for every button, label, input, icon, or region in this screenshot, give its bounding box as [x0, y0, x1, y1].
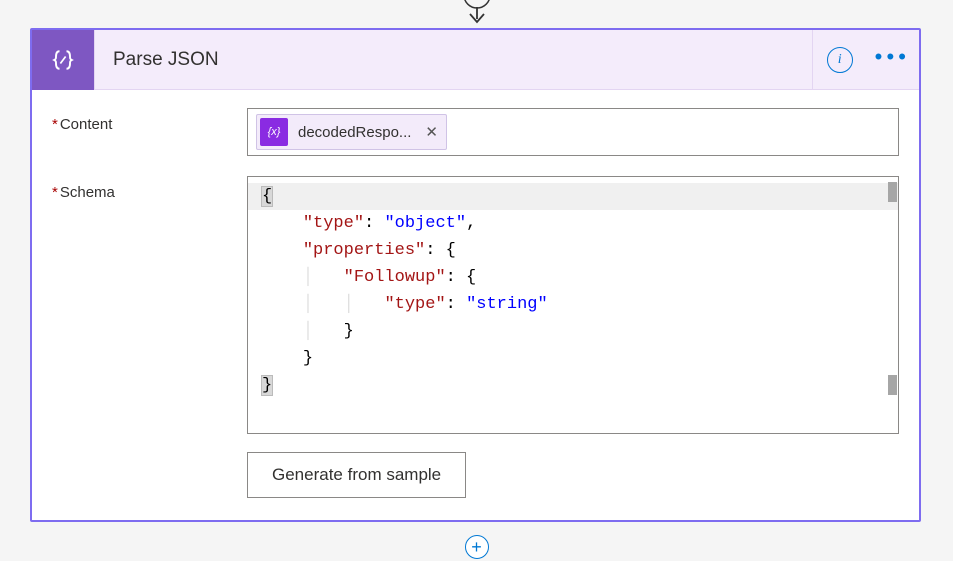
schema-field-row: *Schema { "type": "object", "properties"… [52, 176, 899, 498]
more-options-icon[interactable]: • • • [875, 44, 905, 76]
expression-token[interactable]: {x} decodedRespo... ✕ [256, 114, 447, 150]
content-label: *Content [52, 108, 247, 156]
scrollbar-thumb[interactable] [888, 375, 897, 395]
flow-arrow-incoming [460, 0, 494, 25]
parse-json-action-card: Parse JSON i • • • *Content {x} decodedR… [30, 28, 921, 522]
required-marker: * [52, 184, 58, 201]
plus-icon: + [465, 535, 489, 559]
token-remove-icon[interactable]: ✕ [425, 123, 438, 141]
card-header: Parse JSON i • • • [32, 30, 919, 90]
generate-row: Generate from sample [247, 452, 899, 498]
content-field-row: *Content {x} decodedRespo... ✕ [52, 108, 899, 156]
schema-input-wrapper: { "type": "object", "properties": { │ "F… [247, 176, 899, 498]
scrollbar-thumb[interactable] [888, 182, 897, 202]
card-title: Parse JSON [113, 49, 219, 71]
card-body: *Content {x} decodedRespo... ✕ *Schema [32, 90, 919, 520]
schema-label: *Schema [52, 176, 247, 498]
header-actions: i • • • [813, 44, 919, 76]
schema-editor[interactable]: { "type": "object", "properties": { │ "F… [247, 176, 899, 434]
parse-json-icon [32, 30, 94, 90]
info-icon[interactable]: i [827, 47, 853, 73]
token-label: decodedRespo... [298, 124, 411, 141]
card-title-area[interactable]: Parse JSON [94, 30, 813, 89]
content-input-wrapper: {x} decodedRespo... ✕ [247, 108, 899, 156]
generate-from-sample-button[interactable]: Generate from sample [247, 452, 466, 498]
required-marker: * [52, 116, 58, 133]
expression-icon: {x} [260, 118, 288, 146]
content-input[interactable]: {x} decodedRespo... ✕ [247, 108, 899, 156]
